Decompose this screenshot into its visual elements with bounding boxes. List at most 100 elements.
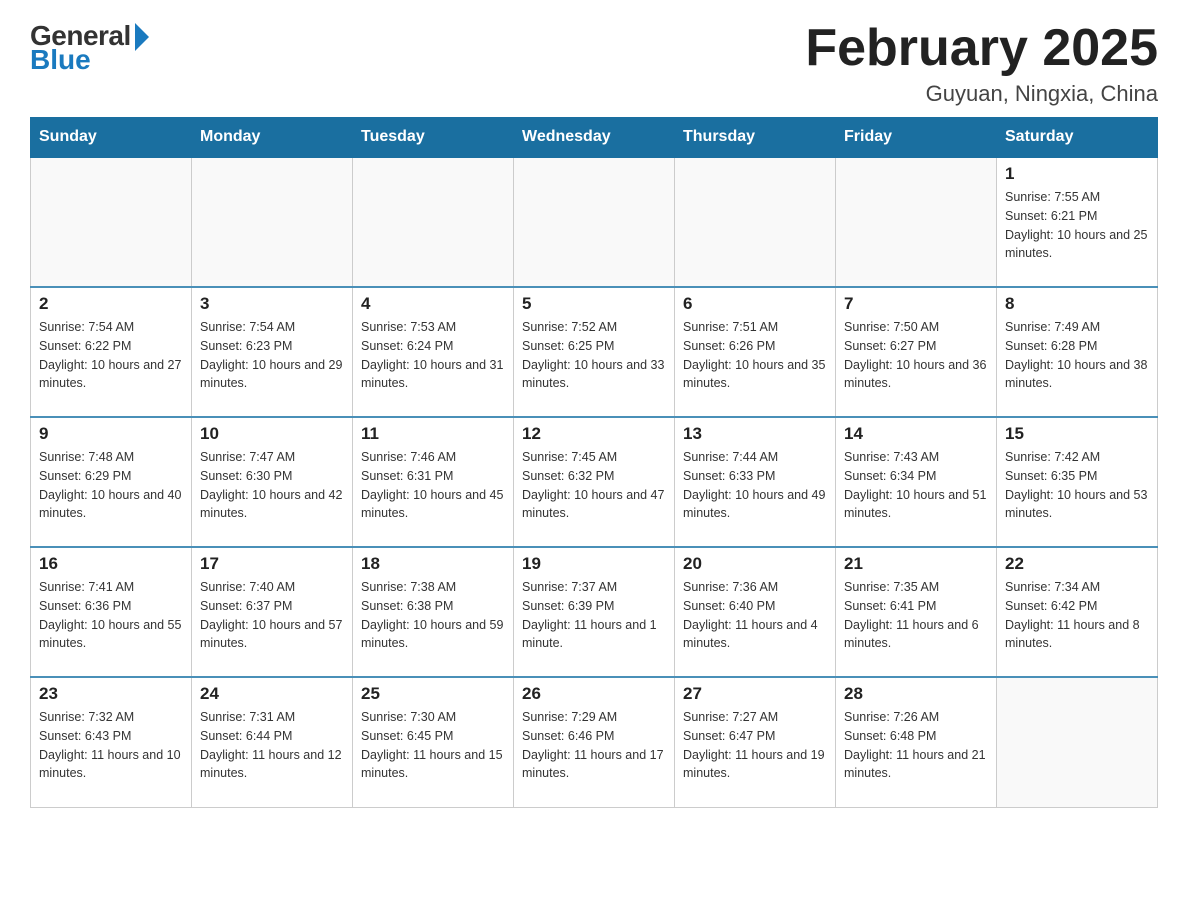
calendar-table: SundayMondayTuesdayWednesdayThursdayFrid… [30,117,1158,808]
calendar-cell [836,157,997,287]
day-number: 14 [844,424,988,444]
day-number: 22 [1005,554,1149,574]
calendar-cell: 14 Sunrise: 7:43 AMSunset: 6:34 PMDayligh… [836,417,997,547]
day-info: Sunrise: 7:36 AMSunset: 6:40 PMDaylight:… [683,578,827,653]
calendar-cell: 22 Sunrise: 7:34 AMSunset: 6:42 PMDayligh… [997,547,1158,677]
day-number: 21 [844,554,988,574]
day-info: Sunrise: 7:43 AMSunset: 6:34 PMDaylight:… [844,448,988,523]
calendar-cell [31,157,192,287]
day-info: Sunrise: 7:50 AMSunset: 6:27 PMDaylight:… [844,318,988,393]
page-header: General Blue February 2025 Guyuan, Ningx… [30,20,1158,107]
day-number: 12 [522,424,666,444]
day-number: 4 [361,294,505,314]
calendar-cell: 12 Sunrise: 7:45 AMSunset: 6:32 PMDayligh… [514,417,675,547]
day-info: Sunrise: 7:40 AMSunset: 6:37 PMDaylight:… [200,578,344,653]
calendar-cell: 3 Sunrise: 7:54 AMSunset: 6:23 PMDaylight… [192,287,353,417]
day-number: 20 [683,554,827,574]
day-info: Sunrise: 7:54 AMSunset: 6:23 PMDaylight:… [200,318,344,393]
calendar-cell: 7 Sunrise: 7:50 AMSunset: 6:27 PMDaylight… [836,287,997,417]
day-info: Sunrise: 7:52 AMSunset: 6:25 PMDaylight:… [522,318,666,393]
day-number: 3 [200,294,344,314]
day-number: 9 [39,424,183,444]
day-info: Sunrise: 7:51 AMSunset: 6:26 PMDaylight:… [683,318,827,393]
calendar-cell: 17 Sunrise: 7:40 AMSunset: 6:37 PMDayligh… [192,547,353,677]
month-title: February 2025 [805,20,1158,77]
calendar-cell: 20 Sunrise: 7:36 AMSunset: 6:40 PMDayligh… [675,547,836,677]
calendar-cell [675,157,836,287]
day-number: 2 [39,294,183,314]
weekday-header-friday: Friday [836,118,997,158]
calendar-cell: 24 Sunrise: 7:31 AMSunset: 6:44 PMDayligh… [192,677,353,807]
day-number: 18 [361,554,505,574]
day-number: 7 [844,294,988,314]
day-info: Sunrise: 7:34 AMSunset: 6:42 PMDaylight:… [1005,578,1149,653]
calendar-cell [514,157,675,287]
week-row-4: 16Sunrise: 7:41 AMSunset: 6:36 PMDayligh… [31,547,1158,677]
calendar-cell: 23 Sunrise: 7:32 AMSunset: 6:43 PMDayligh… [31,677,192,807]
day-info: Sunrise: 7:37 AMSunset: 6:39 PMDaylight:… [522,578,666,653]
day-number: 17 [200,554,344,574]
weekday-header-sunday: Sunday [31,118,192,158]
day-info: Sunrise: 7:54 AMSunset: 6:22 PMDaylight:… [39,318,183,393]
calendar-cell [192,157,353,287]
day-info: Sunrise: 7:27 AMSunset: 6:47 PMDaylight:… [683,708,827,783]
day-info: Sunrise: 7:32 AMSunset: 6:43 PMDaylight:… [39,708,183,783]
day-info: Sunrise: 7:38 AMSunset: 6:38 PMDaylight:… [361,578,505,653]
weekday-header-thursday: Thursday [675,118,836,158]
day-info: Sunrise: 7:48 AMSunset: 6:29 PMDaylight:… [39,448,183,523]
day-info: Sunrise: 7:29 AMSunset: 6:46 PMDaylight:… [522,708,666,783]
day-info: Sunrise: 7:30 AMSunset: 6:45 PMDaylight:… [361,708,505,783]
week-row-2: 2 Sunrise: 7:54 AMSunset: 6:22 PMDaylight… [31,287,1158,417]
logo-blue-text: Blue [30,44,91,76]
weekday-header-saturday: Saturday [997,118,1158,158]
day-info: Sunrise: 7:26 AMSunset: 6:48 PMDaylight:… [844,708,988,783]
title-area: February 2025 Guyuan, Ningxia, China [805,20,1158,107]
day-number: 6 [683,294,827,314]
day-info: Sunrise: 7:42 AMSunset: 6:35 PMDaylight:… [1005,448,1149,523]
logo: General Blue [30,20,149,76]
day-info: Sunrise: 7:35 AMSunset: 6:41 PMDaylight:… [844,578,988,653]
calendar-cell: 13 Sunrise: 7:44 AMSunset: 6:33 PMDayligh… [675,417,836,547]
calendar-cell: 26 Sunrise: 7:29 AMSunset: 6:46 PMDayligh… [514,677,675,807]
day-info: Sunrise: 7:46 AMSunset: 6:31 PMDaylight:… [361,448,505,523]
calendar-cell: 9 Sunrise: 7:48 AMSunset: 6:29 PMDaylight… [31,417,192,547]
calendar-cell: 27 Sunrise: 7:27 AMSunset: 6:47 PMDayligh… [675,677,836,807]
calendar-cell: 4 Sunrise: 7:53 AMSunset: 6:24 PMDaylight… [353,287,514,417]
calendar-cell [353,157,514,287]
weekday-header-wednesday: Wednesday [514,118,675,158]
day-number: 24 [200,684,344,704]
calendar-cell [997,677,1158,807]
calendar-cell: 8Sunrise: 7:49 AMSunset: 6:28 PMDaylight… [997,287,1158,417]
day-number: 26 [522,684,666,704]
calendar-cell: 15 Sunrise: 7:42 AMSunset: 6:35 PMDayligh… [997,417,1158,547]
day-info: Sunrise: 7:44 AMSunset: 6:33 PMDaylight:… [683,448,827,523]
day-number: 13 [683,424,827,444]
weekday-header-tuesday: Tuesday [353,118,514,158]
calendar-cell: 25Sunrise: 7:30 AMSunset: 6:45 PMDayligh… [353,677,514,807]
day-number: 11 [361,424,505,444]
day-number: 23 [39,684,183,704]
week-row-1: 1Sunrise: 7:55 AMSunset: 6:21 PMDaylight… [31,157,1158,287]
day-number: 27 [683,684,827,704]
week-row-3: 9 Sunrise: 7:48 AMSunset: 6:29 PMDaylight… [31,417,1158,547]
day-info: Sunrise: 7:45 AMSunset: 6:32 PMDaylight:… [522,448,666,523]
location-label: Guyuan, Ningxia, China [805,81,1158,107]
day-number: 1 [1005,164,1149,184]
day-info: Sunrise: 7:31 AMSunset: 6:44 PMDaylight:… [200,708,344,783]
day-number: 19 [522,554,666,574]
calendar-cell: 21 Sunrise: 7:35 AMSunset: 6:41 PMDayligh… [836,547,997,677]
day-number: 8 [1005,294,1149,314]
week-row-5: 23 Sunrise: 7:32 AMSunset: 6:43 PMDayligh… [31,677,1158,807]
weekday-header-monday: Monday [192,118,353,158]
day-number: 5 [522,294,666,314]
calendar-cell: 19 Sunrise: 7:37 AMSunset: 6:39 PMDayligh… [514,547,675,677]
calendar-cell: 11 Sunrise: 7:46 AMSunset: 6:31 PMDayligh… [353,417,514,547]
calendar-cell: 6 Sunrise: 7:51 AMSunset: 6:26 PMDaylight… [675,287,836,417]
calendar-cell: 28Sunrise: 7:26 AMSunset: 6:48 PMDayligh… [836,677,997,807]
calendar-cell: 18 Sunrise: 7:38 AMSunset: 6:38 PMDayligh… [353,547,514,677]
logo-arrow-icon [135,23,149,51]
day-info: Sunrise: 7:41 AMSunset: 6:36 PMDaylight:… [39,578,183,653]
day-info: Sunrise: 7:53 AMSunset: 6:24 PMDaylight:… [361,318,505,393]
day-number: 15 [1005,424,1149,444]
day-number: 10 [200,424,344,444]
